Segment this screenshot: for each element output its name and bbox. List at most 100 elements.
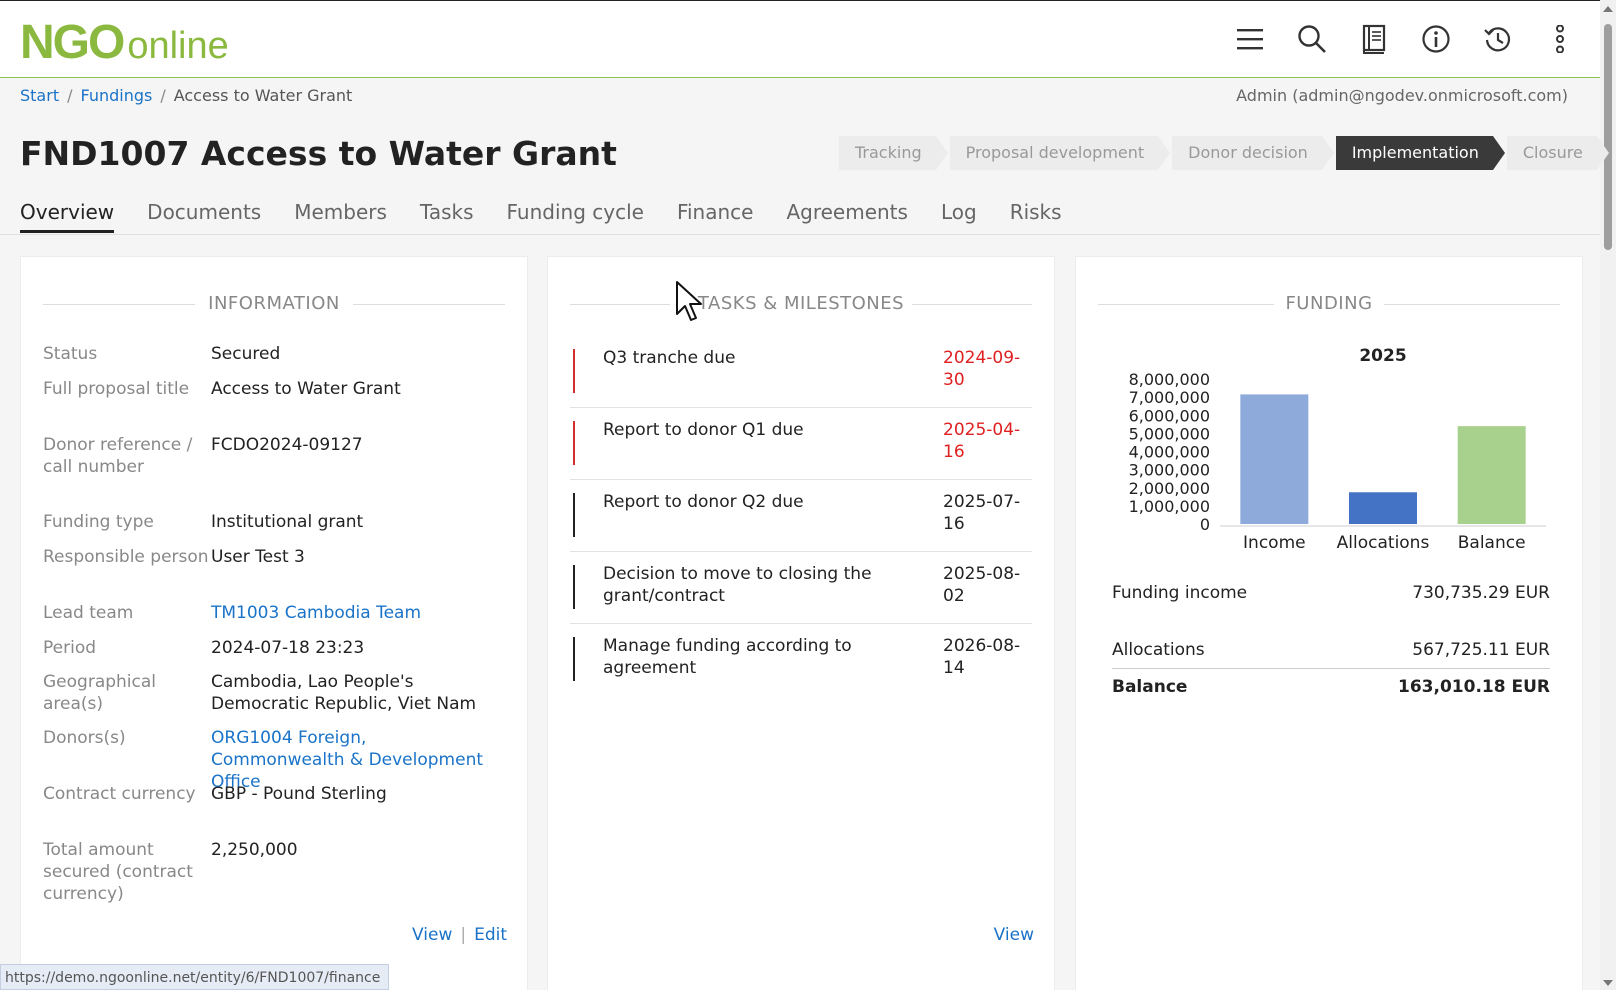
info-value: Access to Water Grant: [211, 379, 401, 399]
stage-progress: Tracking Proposal development Donor deci…: [839, 136, 1611, 170]
y-tick-label: 6,000,000: [1129, 406, 1210, 425]
tab-risks[interactable]: Risks: [1010, 196, 1062, 233]
funding-divider: [1112, 668, 1550, 669]
tab-members[interactable]: Members: [294, 196, 387, 233]
history-icon[interactable]: [1482, 23, 1514, 55]
tab-log[interactable]: Log: [941, 196, 977, 233]
stage-tracking[interactable]: Tracking: [839, 136, 948, 170]
task-item[interactable]: Report to donor Q1 due 2025-04-16: [570, 409, 1032, 480]
overdue-marker: [573, 421, 575, 465]
menu-icon[interactable]: [1234, 23, 1266, 55]
tabs-divider: [0, 234, 1600, 235]
task-item[interactable]: Report to donor Q2 due 2025-07-16: [570, 481, 1032, 552]
task-name: Q3 tranche due: [603, 348, 736, 368]
info-value: User Test 3: [211, 547, 305, 567]
info-value: 2024-07-18 23:23: [211, 638, 365, 658]
task-date: 2026-08-14: [943, 636, 1021, 678]
book-icon[interactable]: [1358, 23, 1390, 55]
tab-documents[interactable]: Documents: [147, 196, 261, 233]
stage-donor-decision[interactable]: Donor decision: [1172, 136, 1334, 170]
information-card: INFORMATION Status Secured Full proposal…: [20, 256, 528, 990]
funding-label: Allocations: [1112, 640, 1205, 660]
breadcrumb-fundings[interactable]: Fundings: [80, 86, 152, 105]
more-vert-icon[interactable]: [1544, 23, 1576, 55]
tab-tasks[interactable]: Tasks: [420, 196, 474, 233]
y-tick-label: 7,000,000: [1129, 388, 1210, 407]
info-row-currency: Contract currency GBP - Pound Sterling: [43, 783, 503, 805]
breadcrumb-current: Access to Water Grant: [173, 86, 353, 105]
tasks-card: TASKS & MILESTONES Q3 tranche due 2024-0…: [547, 256, 1055, 990]
heading-rule: [1384, 304, 1560, 305]
info-value: FCDO2024-09127: [211, 435, 363, 455]
info-value: 2,250,000: [211, 840, 298, 860]
task-item[interactable]: Q3 tranche due 2024-09-30: [570, 337, 1032, 408]
info-label: Status: [43, 344, 98, 364]
logo-main: NGO: [20, 16, 125, 69]
page-title: FND1007 Access to Water Grant: [20, 134, 617, 173]
card-header: FUNDING: [1098, 257, 1560, 314]
stage-closure[interactable]: Closure: [1506, 136, 1609, 170]
breadcrumb: Start / Fundings / Access to Water Grant: [20, 86, 352, 105]
funding-row-allocations: Allocations 567,725.11 EUR: [1112, 639, 1550, 661]
breadcrumb-start[interactable]: Start: [20, 86, 59, 105]
tasks-view-link[interactable]: View: [994, 925, 1034, 945]
information-edit-link[interactable]: Edit: [474, 925, 507, 945]
stage-proposal-development[interactable]: Proposal development: [949, 136, 1170, 170]
tab-funding-cycle[interactable]: Funding cycle: [507, 196, 644, 233]
task-marker: [573, 637, 575, 681]
y-tick-label: 4,000,000: [1129, 443, 1210, 462]
x-tick-label: Allocations: [1337, 533, 1430, 553]
funding-value: 163,010.18 EUR: [1398, 677, 1550, 697]
funding-row-balance: Balance 163,010.18 EUR: [1112, 676, 1550, 698]
toolbar: [1234, 23, 1576, 55]
task-name: Report to donor Q2 due: [603, 492, 804, 512]
logo-sub: online: [127, 25, 229, 67]
task-date: 2025-08-02: [943, 564, 1021, 606]
info-label: Funding type: [43, 512, 154, 532]
x-tick-label: Balance: [1458, 533, 1526, 553]
task-item[interactable]: Manage funding according to agreement 20…: [570, 625, 1032, 696]
breadcrumb-separator: /: [160, 86, 166, 105]
tab-finance[interactable]: Finance: [677, 196, 754, 233]
task-date: 2025-04-16: [943, 420, 1021, 462]
task-name: Manage funding according to agreement: [603, 636, 852, 678]
funding-label: Funding income: [1112, 583, 1248, 603]
info-label: Donor reference / call number: [43, 435, 193, 477]
info-icon[interactable]: [1420, 23, 1452, 55]
mouse-cursor-icon: [676, 281, 702, 321]
tab-overview[interactable]: Overview: [20, 196, 115, 233]
y-tick-label: 5,000,000: [1129, 424, 1210, 443]
funding-value: 567,725.11 EUR: [1412, 640, 1550, 660]
info-row-status: Status Secured: [43, 343, 503, 365]
x-tick-label: Income: [1243, 533, 1306, 553]
search-icon[interactable]: [1296, 23, 1328, 55]
task-date: 2025-07-16: [943, 492, 1021, 534]
info-value: Institutional grant: [211, 512, 364, 532]
y-tick-label: 2,000,000: [1129, 479, 1210, 498]
lead-team-link[interactable]: TM1003 Cambodia Team: [211, 602, 503, 624]
task-marker: [573, 565, 575, 609]
info-label: Geographical area(s): [43, 672, 157, 714]
y-tick-label: 8,000,000: [1129, 370, 1210, 389]
chart-title: 2025: [1359, 346, 1406, 366]
ngo-online-logo[interactable]: NGO online: [20, 15, 229, 70]
y-tick-label: 0: [1200, 515, 1210, 534]
funding-bar-chart: 2025 8,000,0007,000,0006,000,0005,000,000…: [1129, 346, 1546, 553]
top-bar: NGO online: [0, 0, 1600, 78]
info-row-period: Period 2024-07-18 23:23: [43, 637, 503, 659]
bar-allocations: [1349, 492, 1417, 524]
info-row-geo-area: Geographical area(s) Cambodia, Lao Peopl…: [43, 671, 503, 715]
scroll-up-arrow-icon[interactable]: [1603, 6, 1613, 12]
task-name: Report to donor Q1 due: [603, 420, 804, 440]
overdue-marker: [573, 349, 575, 393]
task-marker: [573, 493, 575, 537]
task-item[interactable]: Decision to move to closing the grant/co…: [570, 553, 1032, 624]
funding-row-income: Funding income 730,735.29 EUR: [1112, 582, 1550, 604]
tab-agreements[interactable]: Agreements: [786, 196, 908, 233]
info-row-donor-reference: Donor reference / call number FCDO2024-0…: [43, 434, 503, 478]
card-header: TASKS & MILESTONES: [570, 257, 1032, 314]
stage-implementation[interactable]: Implementation: [1335, 136, 1505, 170]
tab-bar: Overview Documents Members Tasks Funding…: [20, 196, 1095, 233]
scroll-down-arrow-icon[interactable]: [1603, 980, 1613, 986]
information-view-link[interactable]: View: [412, 925, 452, 945]
